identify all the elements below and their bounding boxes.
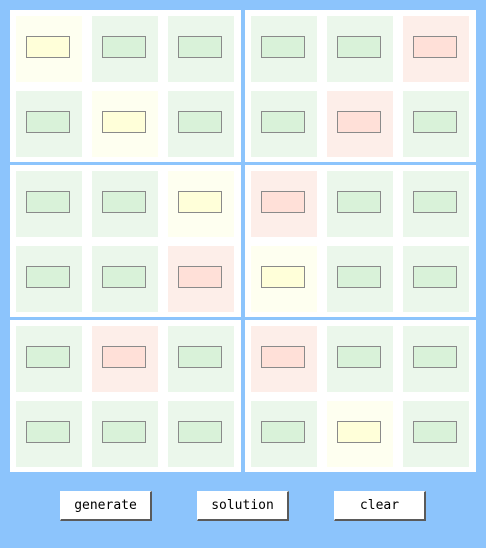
board-cell xyxy=(251,326,317,392)
cell-input[interactable] xyxy=(178,191,222,213)
board-cell xyxy=(403,171,469,237)
cell-input[interactable] xyxy=(26,266,70,288)
cell-input[interactable] xyxy=(26,421,70,443)
cell-input[interactable] xyxy=(337,111,381,133)
board-block xyxy=(10,10,241,162)
board-cell xyxy=(92,246,158,312)
cell-input[interactable] xyxy=(413,111,457,133)
board-cell xyxy=(92,401,158,467)
cell-input[interactable] xyxy=(337,191,381,213)
board-cell xyxy=(403,246,469,312)
board-cell xyxy=(168,326,234,392)
board-cell xyxy=(16,91,82,157)
board-cell xyxy=(403,91,469,157)
cell-input[interactable] xyxy=(26,111,70,133)
cell-input[interactable] xyxy=(178,421,222,443)
board-cell xyxy=(327,16,393,82)
board-cell xyxy=(251,171,317,237)
button-bar: generate solution clear xyxy=(0,491,486,523)
board-cell xyxy=(92,326,158,392)
board-cell xyxy=(16,16,82,82)
cell-input[interactable] xyxy=(413,421,457,443)
board-cell xyxy=(251,246,317,312)
cell-input[interactable] xyxy=(102,346,146,368)
cell-input[interactable] xyxy=(102,111,146,133)
cell-input[interactable] xyxy=(261,346,305,368)
board-cell xyxy=(327,326,393,392)
board-cell xyxy=(251,91,317,157)
cell-input[interactable] xyxy=(261,421,305,443)
board-cell xyxy=(92,171,158,237)
cell-input[interactable] xyxy=(337,421,381,443)
board-cell xyxy=(327,171,393,237)
cell-input[interactable] xyxy=(178,266,222,288)
board-cell xyxy=(16,171,82,237)
clear-button[interactable]: clear xyxy=(334,491,426,521)
cell-input[interactable] xyxy=(261,111,305,133)
cell-input[interactable] xyxy=(337,346,381,368)
puzzle-board xyxy=(0,0,486,480)
cell-input[interactable] xyxy=(413,346,457,368)
cell-input[interactable] xyxy=(26,191,70,213)
cell-input[interactable] xyxy=(261,36,305,58)
board-block xyxy=(245,320,476,472)
board-cell xyxy=(327,401,393,467)
generate-button[interactable]: generate xyxy=(60,491,152,521)
cell-input[interactable] xyxy=(413,266,457,288)
board-block xyxy=(245,165,476,317)
board-cell xyxy=(168,16,234,82)
cell-input[interactable] xyxy=(337,36,381,58)
board-block xyxy=(10,320,241,472)
board-cell xyxy=(403,16,469,82)
board-cell xyxy=(403,401,469,467)
cell-input[interactable] xyxy=(261,266,305,288)
cell-input[interactable] xyxy=(102,36,146,58)
cell-input[interactable] xyxy=(261,191,305,213)
board-block xyxy=(245,10,476,162)
board-cell xyxy=(16,401,82,467)
board-cell xyxy=(327,246,393,312)
cell-input[interactable] xyxy=(178,36,222,58)
board-cell xyxy=(327,91,393,157)
board-cell xyxy=(251,16,317,82)
board-cell xyxy=(168,91,234,157)
cell-input[interactable] xyxy=(178,346,222,368)
board-cell xyxy=(168,401,234,467)
board-cell xyxy=(403,326,469,392)
cell-input[interactable] xyxy=(102,266,146,288)
board-cell xyxy=(168,171,234,237)
cell-input[interactable] xyxy=(413,191,457,213)
board-cell xyxy=(251,401,317,467)
board-cell xyxy=(168,246,234,312)
cell-input[interactable] xyxy=(102,421,146,443)
board-cell xyxy=(92,16,158,82)
cell-input[interactable] xyxy=(26,346,70,368)
cell-input[interactable] xyxy=(337,266,381,288)
cell-input[interactable] xyxy=(26,36,70,58)
board-cell xyxy=(16,326,82,392)
board-block xyxy=(10,165,241,317)
board-cell xyxy=(92,91,158,157)
cell-input[interactable] xyxy=(178,111,222,133)
solution-button[interactable]: solution xyxy=(197,491,289,521)
cell-input[interactable] xyxy=(102,191,146,213)
board-cell xyxy=(16,246,82,312)
cell-input[interactable] xyxy=(413,36,457,58)
